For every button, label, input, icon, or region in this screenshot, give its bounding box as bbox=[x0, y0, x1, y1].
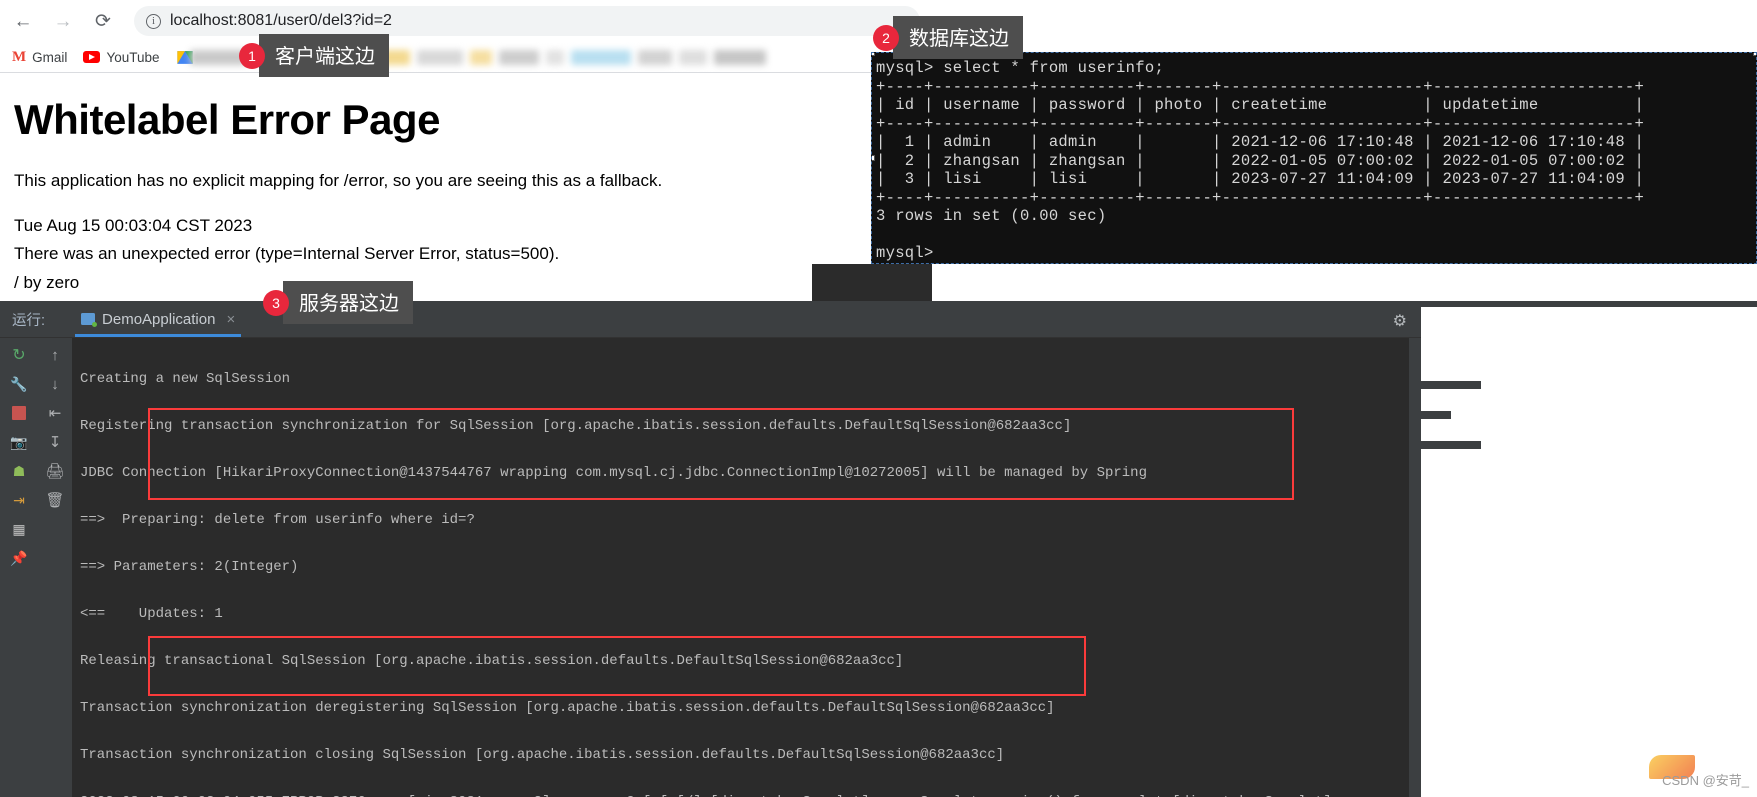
blurred-bookmark bbox=[470, 49, 492, 65]
run-label: 运行: bbox=[12, 312, 46, 329]
console-line: ==> Preparing: delete from userinfo wher… bbox=[80, 511, 475, 528]
mysql-line: +----+----------+----------+-------+----… bbox=[876, 188, 1645, 207]
mysql-terminal-window[interactable]: mysql> select * from userinfo; +----+---… bbox=[871, 52, 1757, 264]
callout-text: 客户端这边 bbox=[259, 34, 389, 77]
mysql-line: | 2 | zhangsan | zhangsan | | 2022-01-05… bbox=[876, 151, 1645, 170]
console-scrollbar[interactable] bbox=[1409, 338, 1421, 797]
run-toolbar-left: ↻ 🔧 📷 ☗ ⇥ ▦ 📌 bbox=[0, 338, 38, 797]
scroll-to-end-icon[interactable]: ↧ bbox=[46, 433, 64, 451]
blurred-bookmark bbox=[638, 49, 672, 65]
mysql-line: +----+----------+----------+-------+----… bbox=[876, 77, 1645, 96]
console-line: Transaction synchronization deregisterin… bbox=[80, 699, 1055, 716]
site-info-icon[interactable] bbox=[146, 13, 161, 29]
run-tab-bar: 运行: DemoApplication × ⚙ bbox=[0, 301, 1421, 338]
error-description: This application has no explicit mapping… bbox=[14, 171, 663, 190]
soft-wrap-icon[interactable]: ⇤ bbox=[46, 404, 64, 422]
clear-all-icon[interactable]: 🗑 bbox=[45, 491, 64, 509]
console-line: Creating a new SqlSession bbox=[80, 370, 291, 387]
blurred-bookmark bbox=[546, 49, 564, 65]
mysql-line: | 1 | admin | admin | | 2021-12-06 17:10… bbox=[876, 133, 1645, 151]
blurred-bookmark bbox=[571, 49, 631, 65]
watermark-text: CSDN @安苛_ bbox=[1662, 773, 1749, 788]
thread-dump-icon[interactable]: ☗ bbox=[10, 462, 28, 480]
callout-number: 1 bbox=[239, 42, 265, 69]
youtube-icon bbox=[83, 51, 101, 63]
bookmark-youtube[interactable]: YouTube bbox=[83, 49, 160, 65]
error-timestamp: Tue Aug 15 00:03:04 CST 2023 bbox=[14, 215, 253, 235]
callout-text: 数据库这边 bbox=[893, 16, 1023, 59]
bookmarks-bar: M Gmail YouTube bbox=[0, 42, 930, 72]
ide-overlap-fill bbox=[812, 264, 932, 302]
down-arrow-icon[interactable]: ↓ bbox=[46, 375, 64, 393]
mysql-line: 3 rows in set (0.00 sec) bbox=[876, 207, 1107, 225]
stop-icon[interactable] bbox=[10, 404, 28, 422]
forward-icon[interactable]: → bbox=[50, 8, 76, 34]
browser-window: ← → ⟳ localhost:8081/user0/del3?id=2 M G… bbox=[0, 0, 930, 320]
reload-icon[interactable]: ⟳ bbox=[90, 8, 116, 34]
console-line: JDBC Connection [HikariProxyConnection@1… bbox=[80, 464, 1147, 481]
error-page-body: Whitelabel Error Page This application h… bbox=[0, 72, 930, 324]
print-icon[interactable]: 🖨 bbox=[45, 462, 64, 480]
address-bar[interactable]: localhost:8081/user0/del3?id=2 bbox=[134, 6, 920, 36]
console-line: ==> Parameters: 2(Integer) bbox=[80, 558, 299, 575]
page-title: Whitelabel Error Page bbox=[14, 96, 440, 143]
rerun-icon[interactable]: ↻ bbox=[10, 346, 28, 364]
ide-bg-bar bbox=[1421, 301, 1757, 307]
back-icon[interactable]: ← bbox=[10, 8, 36, 34]
blurred-bookmark bbox=[714, 49, 766, 65]
pin-icon[interactable]: 📌 bbox=[10, 549, 28, 567]
run-toolbar-left-secondary: ↑ ↓ ⇤ ↧ 🖨 🗑 bbox=[38, 338, 72, 797]
up-arrow-icon[interactable]: ↑ bbox=[46, 346, 64, 364]
callout-number: 2 bbox=[873, 24, 899, 51]
gear-icon[interactable]: ⚙ bbox=[1393, 311, 1407, 331]
mysql-line: +----+----------+----------+-------+----… bbox=[876, 114, 1645, 133]
callout-client: 1 客户端这边 bbox=[239, 34, 389, 77]
layout-icon[interactable]: ▦ bbox=[10, 520, 28, 538]
bookmarks-divider bbox=[0, 72, 930, 73]
console-line: Transaction synchronization closing SqlS… bbox=[80, 746, 1005, 763]
close-icon[interactable]: × bbox=[226, 311, 235, 328]
mysql-prompt: mysql> bbox=[876, 244, 934, 262]
ide-bg-bar bbox=[1421, 411, 1451, 419]
ide-editor-background bbox=[1421, 301, 1757, 797]
tab-label: DemoApplication bbox=[102, 310, 216, 328]
callout-number: 3 bbox=[263, 289, 289, 316]
resize-handle-middle-left[interactable] bbox=[872, 155, 875, 161]
browser-navigation-bar: ← → ⟳ localhost:8081/user0/del3?id=2 bbox=[0, 0, 930, 42]
intellij-run-panel: 运行: DemoApplication × ⚙ ↻ 🔧 📷 ☗ ⇥ ▦ 📌 ↑ bbox=[0, 301, 1421, 797]
blurred-bookmark bbox=[417, 49, 463, 65]
console-line: <== Updates: 1 bbox=[80, 605, 223, 622]
bookmark-label: YouTube bbox=[106, 49, 160, 65]
blurred-bookmark bbox=[499, 49, 539, 65]
gmail-icon: M bbox=[12, 48, 27, 65]
blurred-bookmark bbox=[679, 49, 707, 65]
bookmark-gmail[interactable]: M Gmail bbox=[12, 49, 67, 66]
ide-bg-bar bbox=[1421, 381, 1481, 389]
tab-demoapplication[interactable]: DemoApplication × bbox=[69, 301, 247, 337]
wrench-icon[interactable]: 🔧 bbox=[10, 375, 28, 393]
error-status: There was an unexpected error (type=Inte… bbox=[14, 244, 560, 263]
camera-icon[interactable]: 📷 bbox=[10, 433, 28, 451]
url-text: localhost:8081/user0/del3?id=2 bbox=[170, 12, 392, 29]
mysql-line: | id | username | password | photo | cre… bbox=[876, 96, 1645, 114]
run-configuration-icon bbox=[81, 313, 98, 327]
bookmark-label: Gmail bbox=[32, 49, 68, 65]
mysql-output: mysql> select * from userinfo; +----+---… bbox=[872, 53, 1756, 263]
exit-icon[interactable]: ⇥ bbox=[10, 491, 28, 509]
error-message: / by zero bbox=[14, 272, 80, 292]
callout-database: 2 数据库这边 bbox=[873, 16, 1023, 59]
console-line: Releasing transactional SqlSession [org.… bbox=[80, 652, 904, 669]
console-line: Registering transaction synchronization … bbox=[80, 417, 1072, 434]
mysql-line: | 3 | lisi | lisi | | 2023-07-27 11:04:0… bbox=[876, 170, 1645, 188]
mysql-line: mysql> select * from userinfo; bbox=[876, 59, 1165, 77]
ide-bg-bar bbox=[1421, 441, 1481, 449]
resize-handle-top-right[interactable] bbox=[1753, 53, 1756, 56]
screen-root: ← → ⟳ localhost:8081/user0/del3?id=2 M G… bbox=[0, 0, 1757, 797]
run-panel-body: ↻ 🔧 📷 ☗ ⇥ ▦ 📌 ↑ ↓ ⇤ ↧ 🖨 🗑 Creating a new… bbox=[0, 338, 1421, 797]
console-output[interactable]: Creating a new SqlSession Registering tr… bbox=[72, 338, 1421, 797]
console-line: 2023-08-15 00:03:04.055 ERROR 3276 --- [… bbox=[80, 791, 1421, 797]
callout-text: 服务器这边 bbox=[283, 281, 413, 324]
callout-server: 3 服务器这边 bbox=[263, 281, 413, 324]
